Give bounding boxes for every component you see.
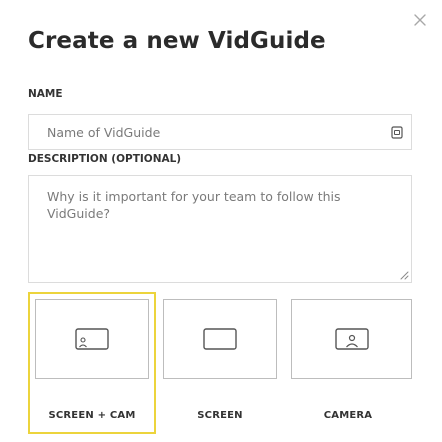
mode-label: CAMERA — [323, 410, 373, 421]
recording-mode-options: SCREEN + CAM SCREEN CAMERA — [28, 292, 412, 434]
mode-label: SCREEN — [197, 410, 243, 421]
mode-preview — [35, 299, 149, 379]
name-input[interactable] — [29, 115, 411, 149]
create-vidguide-dialog: Create a new VidGuide NAME DESCRIPTION (… — [0, 0, 442, 442]
mode-preview — [163, 299, 277, 379]
description-label: DESCRIPTION (OPTIONAL) — [28, 153, 182, 165]
camera-icon — [334, 328, 369, 350]
mode-label: SCREEN + CAM — [48, 410, 136, 421]
name-label: NAME — [28, 88, 63, 100]
close-button[interactable] — [410, 10, 430, 30]
password-manager-icon[interactable] — [391, 126, 403, 139]
mode-option-screen-cam[interactable]: SCREEN + CAM — [28, 292, 156, 434]
mode-preview — [291, 299, 412, 379]
mode-option-screen[interactable]: SCREEN — [156, 292, 284, 434]
resize-handle-icon[interactable] — [399, 270, 409, 280]
description-field-wrapper — [28, 175, 412, 283]
screen-with-camera-icon — [75, 328, 109, 350]
close-icon — [410, 10, 430, 30]
description-input[interactable] — [29, 176, 411, 282]
screen-icon — [203, 328, 237, 350]
dialog-title: Create a new VidGuide — [28, 28, 326, 54]
name-field-wrapper — [28, 114, 412, 150]
mode-option-camera[interactable]: CAMERA — [284, 292, 412, 434]
